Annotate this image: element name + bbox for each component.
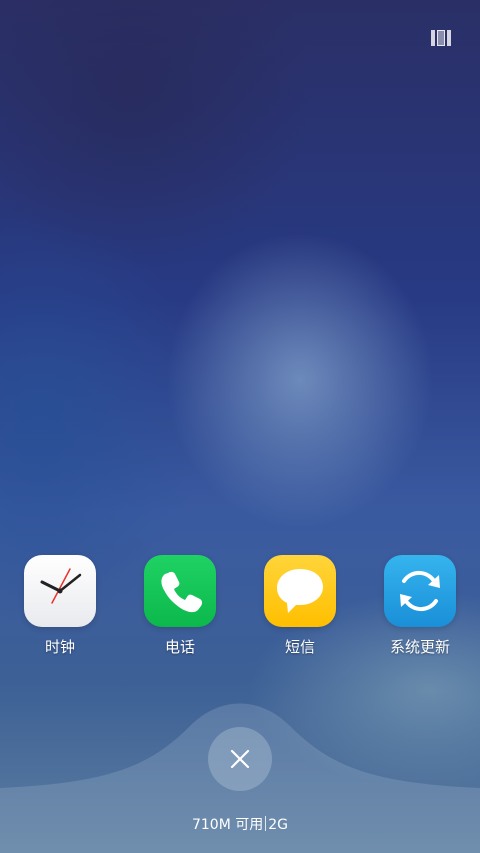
recent-app-label: 系统更新 [389, 638, 450, 656]
recent-app-phone[interactable]: 电话 [130, 555, 230, 657]
message-bubble-icon [264, 555, 336, 627]
recent-apps-row: 时钟 电话 短信 系统更新 [0, 555, 480, 665]
recent-app-label: 电话 [164, 638, 195, 656]
close-all-button[interactable] [208, 727, 272, 791]
total-memory: 2G [268, 817, 289, 833]
available-memory-suffix: 可用 [235, 817, 264, 833]
clock-icon [24, 555, 96, 627]
recent-app-system-update[interactable]: 系统更新 [370, 555, 470, 657]
recent-app-label: 时钟 [44, 638, 75, 656]
multi-window-layout-icon[interactable] [431, 30, 451, 46]
recent-app-messages[interactable]: 短信 [250, 555, 350, 657]
recent-app-label: 短信 [284, 638, 315, 656]
sync-icon [384, 555, 456, 627]
recent-app-clock[interactable]: 时钟 [10, 555, 110, 657]
available-memory-value: 710M [191, 817, 231, 833]
phone-icon [144, 555, 216, 627]
close-icon [230, 749, 250, 769]
divider [265, 816, 267, 831]
memory-status: 710M 可用 2G [0, 815, 480, 835]
